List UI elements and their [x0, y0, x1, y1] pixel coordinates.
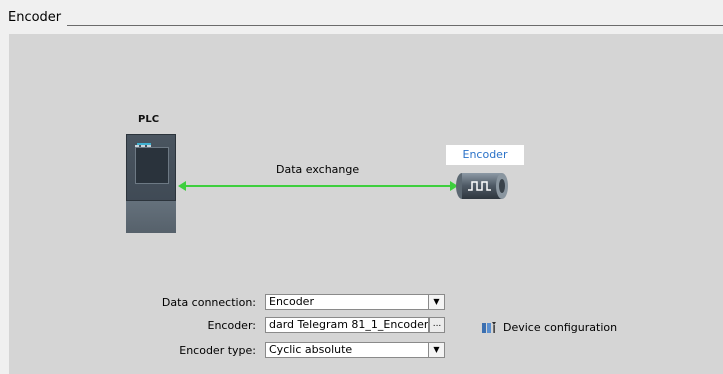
- data-exchange-label: Data exchange: [276, 163, 360, 176]
- device-config-icon: [482, 322, 496, 333]
- encoder-device-icon: [456, 173, 508, 199]
- device-configuration-label: Device configuration: [503, 320, 618, 334]
- chevron-down-icon[interactable]: ▼: [428, 343, 444, 357]
- section-divider: [67, 25, 723, 26]
- data-connection-label: Data connection:: [161, 296, 256, 309]
- data-exchange-arrow-icon: [178, 181, 458, 191]
- chevron-down-icon[interactable]: ▼: [428, 295, 444, 309]
- encoder-type-dropdown[interactable]: Cyclic absolute ▼: [265, 342, 445, 358]
- section-header: Encoder: [0, 0, 723, 30]
- browse-encoder-button[interactable]: ...: [429, 317, 445, 333]
- plc-device-icon: [126, 134, 176, 233]
- device-configuration-link[interactable]: Device configuration: [481, 319, 617, 335]
- data-connection-value: Encoder: [269, 295, 314, 308]
- plc-label: PLC: [138, 114, 160, 125]
- encoder-diagram-label: Encoder: [446, 145, 524, 165]
- encoder-label: Encoder:: [207, 319, 257, 332]
- encoder-value: dard Telegram 81_1_Encoder1: [269, 318, 429, 331]
- encoder-input[interactable]: dard Telegram 81_1_Encoder1: [265, 317, 429, 333]
- encoder-type-value: Cyclic absolute: [269, 343, 353, 356]
- section-title: Encoder: [8, 10, 62, 25]
- encoder-type-label: Encoder type:: [179, 344, 256, 357]
- data-connection-dropdown[interactable]: Encoder ▼: [265, 294, 445, 310]
